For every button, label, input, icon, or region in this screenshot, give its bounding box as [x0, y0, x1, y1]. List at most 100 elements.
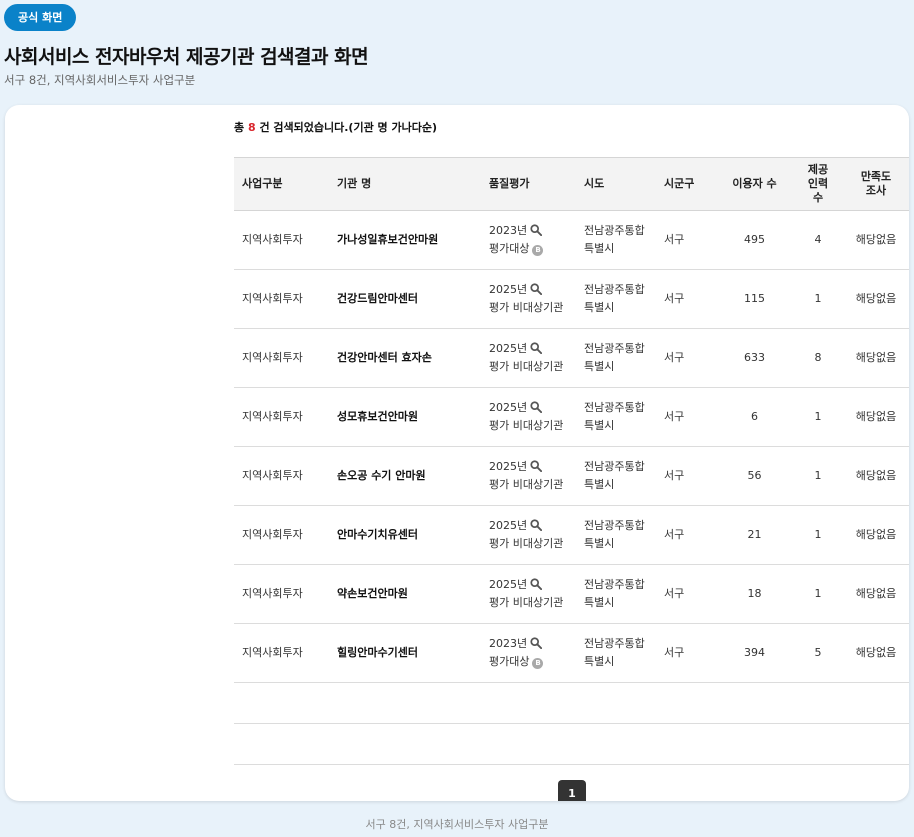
- staff-cell: 4: [793, 210, 843, 270]
- city-line1: 전남광주통합: [584, 224, 645, 237]
- city-line1: 전남광주통합: [584, 519, 645, 532]
- quality-year: 2025년: [489, 519, 528, 532]
- search-icon[interactable]: [530, 578, 543, 590]
- program-cell: 지역사회투자: [234, 269, 329, 329]
- district-cell: 서구: [656, 328, 716, 388]
- city-line1: 전남광주통합: [584, 578, 645, 591]
- staff-cell: 8: [793, 328, 843, 388]
- empty-cell: [234, 682, 909, 724]
- survey-cell: 해당없음: [843, 623, 909, 683]
- city-cell: 전남광주통합특별시: [576, 210, 656, 270]
- users-cell: 21: [716, 505, 793, 565]
- city-line2: 특별시: [584, 537, 615, 550]
- org-name-cell[interactable]: 손오공 수기 안마원: [329, 446, 481, 506]
- district-cell: 서구: [656, 269, 716, 329]
- header-quality: 품질평가: [481, 157, 576, 211]
- quality-status: 평가 비대상기관: [489, 596, 564, 609]
- staff-cell: 5: [793, 623, 843, 683]
- quality-year: 2025년: [489, 460, 528, 473]
- header-survey-line2: 조사: [865, 184, 887, 197]
- search-icon[interactable]: [530, 519, 543, 531]
- org-name-cell[interactable]: 건강드림안마센터: [329, 269, 481, 329]
- quality-cell: 2025년평가 비대상기관: [481, 328, 576, 388]
- city-cell: 전남광주통합특별시: [576, 269, 656, 329]
- users-cell: 6: [716, 387, 793, 447]
- survey-cell: 해당없음: [843, 505, 909, 565]
- empty-row: [234, 682, 909, 724]
- search-icon[interactable]: [530, 637, 543, 649]
- quality-status: 평가 비대상기관: [489, 360, 564, 373]
- district-cell: 서구: [656, 210, 716, 270]
- empty-row: [234, 723, 909, 765]
- quality-status: 평가대상: [489, 242, 530, 255]
- quality-status: 평가대상: [489, 655, 530, 668]
- city-line2: 특별시: [584, 301, 615, 314]
- result-count: 8: [247, 121, 256, 134]
- city-line1: 전남광주통합: [584, 460, 645, 473]
- city-line1: 전남광주통합: [584, 401, 645, 414]
- search-icon[interactable]: [530, 224, 543, 236]
- city-line2: 특별시: [584, 242, 615, 255]
- staff-cell: 1: [793, 505, 843, 565]
- org-name-cell[interactable]: 힐링안마수기센터: [329, 623, 481, 683]
- city-line1: 전남광주통합: [584, 637, 645, 650]
- district-cell: 서구: [656, 623, 716, 683]
- survey-cell: 해당없음: [843, 269, 909, 329]
- org-name-cell[interactable]: 가나성일휴보건안마원: [329, 210, 481, 270]
- district-cell: 서구: [656, 446, 716, 506]
- city-line2: 특별시: [584, 360, 615, 373]
- district-cell: 서구: [656, 505, 716, 565]
- quality-cell: 2023년 평가대상 B: [481, 210, 576, 270]
- header-staff-line2: 인력 수: [807, 177, 829, 204]
- header-city: 시도: [576, 157, 656, 211]
- program-cell: 지역사회투자: [234, 505, 329, 565]
- users-cell: 18: [716, 564, 793, 624]
- city-line1: 전남광주통합: [584, 283, 645, 296]
- table-row: 지역사회투자 건강안마센터 효자손 2025년 평가 비대상기관 전남광주통합 특별시 서구…: [234, 328, 909, 388]
- quality-year: 2023년: [489, 637, 528, 650]
- search-icon[interactable]: [530, 283, 543, 295]
- quality-year: 2025년: [489, 283, 528, 296]
- empty-cell: [234, 723, 909, 765]
- header-org: 기관 명: [329, 157, 481, 211]
- quality-year: 2025년: [489, 401, 528, 414]
- org-name-cell[interactable]: 안마수기치유센터: [329, 505, 481, 565]
- search-icon[interactable]: [530, 460, 543, 472]
- header-users: 이용자 수: [716, 157, 793, 211]
- search-icon[interactable]: [530, 342, 543, 354]
- program-cell: 지역사회투자: [234, 328, 329, 388]
- quality-cell: 2025년평가 비대상기관: [481, 564, 576, 624]
- quality-cell: 2025년평가 비대상기관: [481, 269, 576, 329]
- city-line2: 특별시: [584, 655, 615, 668]
- quality-year: 2025년: [489, 342, 528, 355]
- city-cell: 전남광주통합특별시: [576, 564, 656, 624]
- footer-note: 서구 8건, 지역사회서비스투자 사업구분: [365, 818, 549, 831]
- quality-cell: 2025년 평가 비대상기관: [481, 446, 576, 506]
- district-cell: 서구: [656, 387, 716, 447]
- table-row: 지역사회투자 힐링안마수기센터 2023년 평가대상 B 전남광주통합 특별시 서구 394 5 해…: [234, 623, 909, 683]
- org-name-cell[interactable]: 건강안마센터 효자손: [329, 328, 481, 388]
- quality-status: 평가 비대상기관: [489, 419, 564, 432]
- results-card: 총 8 건 검색되었습니다.(기관 명 가나다순) 사업구분 기관 명 품질평가…: [5, 105, 909, 801]
- survey-cell: 해당없음: [843, 328, 909, 388]
- page-1-button[interactable]: 1: [558, 780, 586, 801]
- city-line2: 특별시: [584, 596, 615, 609]
- official-screen-badge: 공식 화면: [4, 4, 77, 31]
- program-cell: 지역사회투자: [234, 387, 329, 447]
- quality-status: 평가 비대상기관: [489, 301, 564, 314]
- org-name-cell[interactable]: 성모휴보건안마원: [329, 387, 481, 447]
- header-survey: 만족도 조사: [843, 157, 909, 211]
- header-survey-line1: 만족도: [860, 170, 892, 183]
- city-cell: 전남광주통합특별시: [576, 623, 656, 683]
- grade-badge: B: [532, 658, 544, 669]
- program-cell: 지역사회투자: [234, 564, 329, 624]
- search-icon[interactable]: [530, 401, 543, 413]
- users-cell: 394: [716, 623, 793, 683]
- quality-year: 2025년: [489, 578, 528, 591]
- summary-prefix: 총: [234, 121, 245, 134]
- org-name-cell[interactable]: 약손보건안마원: [329, 564, 481, 624]
- users-cell: 495: [716, 210, 793, 270]
- quality-cell: 2025년평가 비대상기관: [481, 387, 576, 447]
- staff-cell: 1: [793, 387, 843, 447]
- staff-cell: 1: [793, 269, 843, 329]
